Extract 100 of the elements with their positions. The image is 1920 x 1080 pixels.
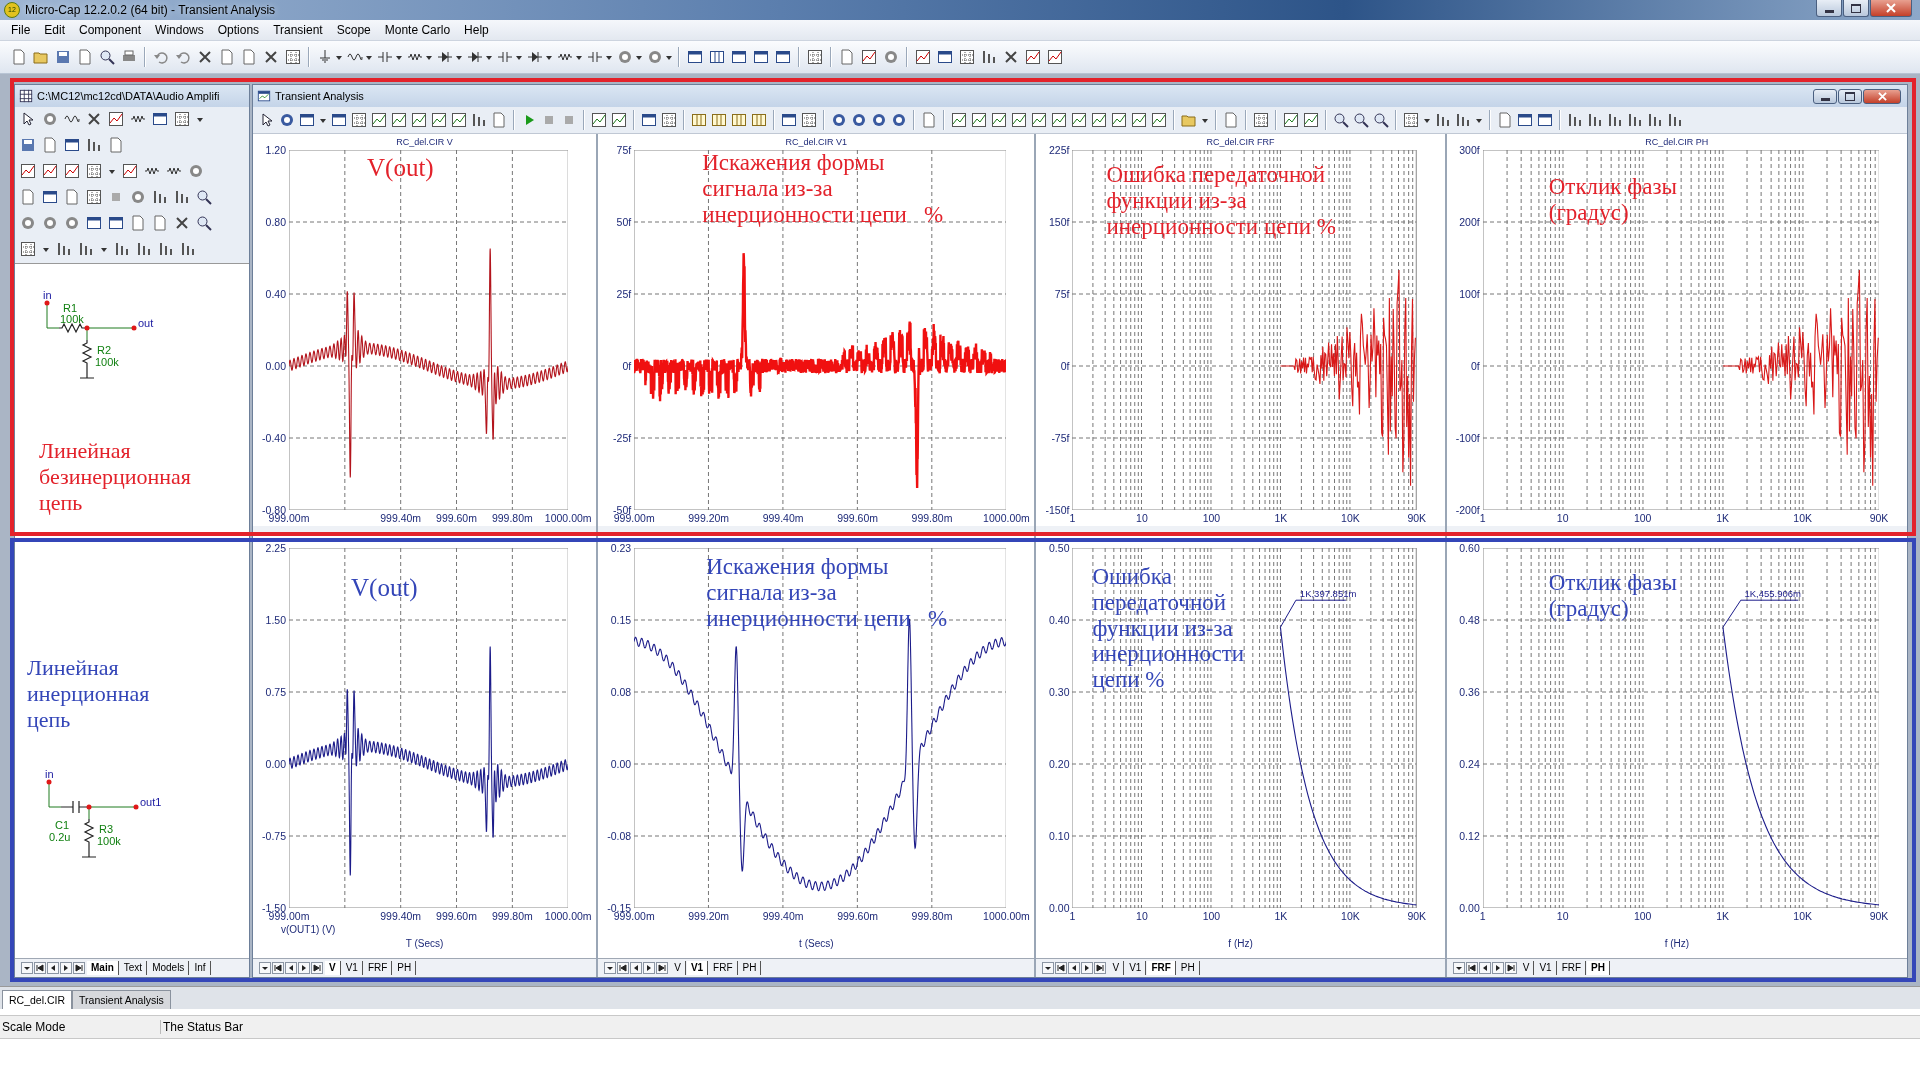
chart-icon[interactable] [971, 112, 987, 128]
chart-icon[interactable] [122, 163, 138, 179]
window-icon[interactable] [64, 137, 80, 153]
chart-icon[interactable] [915, 49, 931, 65]
ring-icon[interactable] [42, 215, 58, 231]
grid-icon[interactable] [801, 112, 817, 128]
plot-tab[interactable]: PH [393, 961, 417, 975]
triangle-right-icon[interactable] [298, 962, 310, 974]
grid-icon[interactable] [174, 111, 190, 127]
bars-icon[interactable] [56, 241, 72, 257]
ring-icon[interactable] [891, 112, 907, 128]
plot-tab[interactable]: FRF [363, 961, 393, 975]
grid-icon[interactable] [1253, 112, 1269, 128]
skip-back-icon[interactable] [272, 962, 284, 974]
menu-item[interactable]: Scope [329, 23, 378, 37]
columns-icon[interactable] [709, 49, 725, 65]
bars-icon[interactable] [180, 241, 196, 257]
chart-icon[interactable] [861, 49, 877, 65]
ring-icon[interactable] [188, 163, 204, 179]
bars-icon[interactable] [136, 241, 152, 257]
chart-icon[interactable] [611, 112, 627, 128]
chart-icon[interactable] [1283, 112, 1299, 128]
skip-back-icon[interactable] [617, 962, 630, 974]
triangle-right-icon[interactable] [643, 962, 656, 974]
page-icon[interactable] [1223, 112, 1239, 128]
plot-tab[interactable]: V [1518, 961, 1535, 975]
skip-back-icon[interactable] [1055, 962, 1068, 974]
document-tab[interactable]: Transient Analysis [72, 990, 171, 1009]
magnifier-icon[interactable] [196, 189, 212, 205]
cursor-icon[interactable] [20, 111, 36, 127]
chart-icon[interactable] [1131, 112, 1147, 128]
chart-icon[interactable] [431, 112, 447, 128]
page-icon[interactable] [130, 215, 146, 231]
columns-icon[interactable] [711, 112, 727, 128]
chart-icon[interactable] [451, 112, 467, 128]
menu-item[interactable]: Options [210, 23, 267, 37]
window-icon[interactable] [731, 49, 747, 65]
skip-back-icon[interactable] [34, 962, 46, 974]
page-icon[interactable] [241, 49, 257, 65]
curved-arrow-icon[interactable] [153, 49, 169, 65]
triangle-left-icon[interactable] [1478, 962, 1491, 974]
ring-icon[interactable] [883, 49, 899, 65]
bars-icon[interactable] [981, 49, 997, 65]
chart-icon[interactable] [1051, 112, 1067, 128]
menu-item[interactable]: Windows [148, 23, 211, 37]
triangle-left-icon[interactable] [47, 962, 59, 974]
columns-icon[interactable] [691, 112, 707, 128]
chart-icon[interactable] [411, 112, 427, 128]
diode-icon[interactable] [437, 49, 453, 65]
menu-item[interactable]: File [4, 23, 38, 37]
curved-arrow-icon[interactable] [175, 49, 191, 65]
chart-icon[interactable] [20, 163, 36, 179]
page-icon[interactable] [219, 49, 235, 65]
bars-icon[interactable] [1667, 112, 1683, 128]
chart-icon[interactable] [64, 163, 80, 179]
plot-tab[interactable]: FRF [1147, 961, 1176, 975]
skip-forward-icon[interactable] [73, 962, 85, 974]
skip-forward-icon[interactable] [1504, 962, 1517, 974]
bars-icon[interactable] [1567, 112, 1583, 128]
minimize-button[interactable] [1816, 0, 1842, 17]
menu-item[interactable]: Component [72, 23, 149, 37]
minimize-button[interactable] [1813, 88, 1837, 104]
bars-icon[interactable] [174, 189, 190, 205]
chart-icon[interactable] [371, 112, 387, 128]
window-icon[interactable] [781, 112, 797, 128]
ring-icon[interactable] [831, 112, 847, 128]
bars-icon[interactable] [114, 241, 130, 257]
plot-tab[interactable]: V1 [1125, 961, 1147, 975]
plot-tab[interactable]: PH [738, 961, 762, 975]
ring-icon[interactable] [130, 189, 146, 205]
window-icon[interactable] [753, 49, 769, 65]
bars-icon[interactable] [1627, 112, 1643, 128]
chart-icon[interactable] [1025, 49, 1041, 65]
page-icon[interactable] [64, 189, 80, 205]
page-icon[interactable] [921, 112, 937, 128]
triangle-right-icon[interactable] [1491, 962, 1504, 974]
chart-icon[interactable] [1111, 112, 1127, 128]
plot-tab[interactable]: FRF [1557, 961, 1587, 975]
grid-icon[interactable] [661, 112, 677, 128]
circuit-tab[interactable]: Text [119, 961, 148, 975]
plot-tab[interactable]: V1 [341, 961, 363, 975]
window-icon[interactable] [86, 215, 102, 231]
ring-icon[interactable] [851, 112, 867, 128]
skip-back-icon[interactable] [1465, 962, 1478, 974]
cross-icon[interactable] [263, 49, 279, 65]
document-tab[interactable]: RC_del.CIR [2, 990, 73, 1009]
bars-icon[interactable] [158, 241, 174, 257]
magnifier-icon[interactable] [1333, 112, 1349, 128]
diode-icon[interactable] [467, 49, 483, 65]
caret-icon[interactable] [604, 962, 617, 974]
plot-tab[interactable]: PH [1176, 961, 1200, 975]
ring-icon[interactable] [20, 215, 36, 231]
grid-icon[interactable] [1403, 112, 1419, 128]
menu-item[interactable]: Help [457, 23, 496, 37]
ring-icon[interactable] [871, 112, 887, 128]
window-icon[interactable] [687, 49, 703, 65]
columns-icon[interactable] [731, 112, 747, 128]
window-icon[interactable] [299, 112, 315, 128]
chart-icon[interactable] [1303, 112, 1319, 128]
chart-icon[interactable] [1047, 49, 1063, 65]
